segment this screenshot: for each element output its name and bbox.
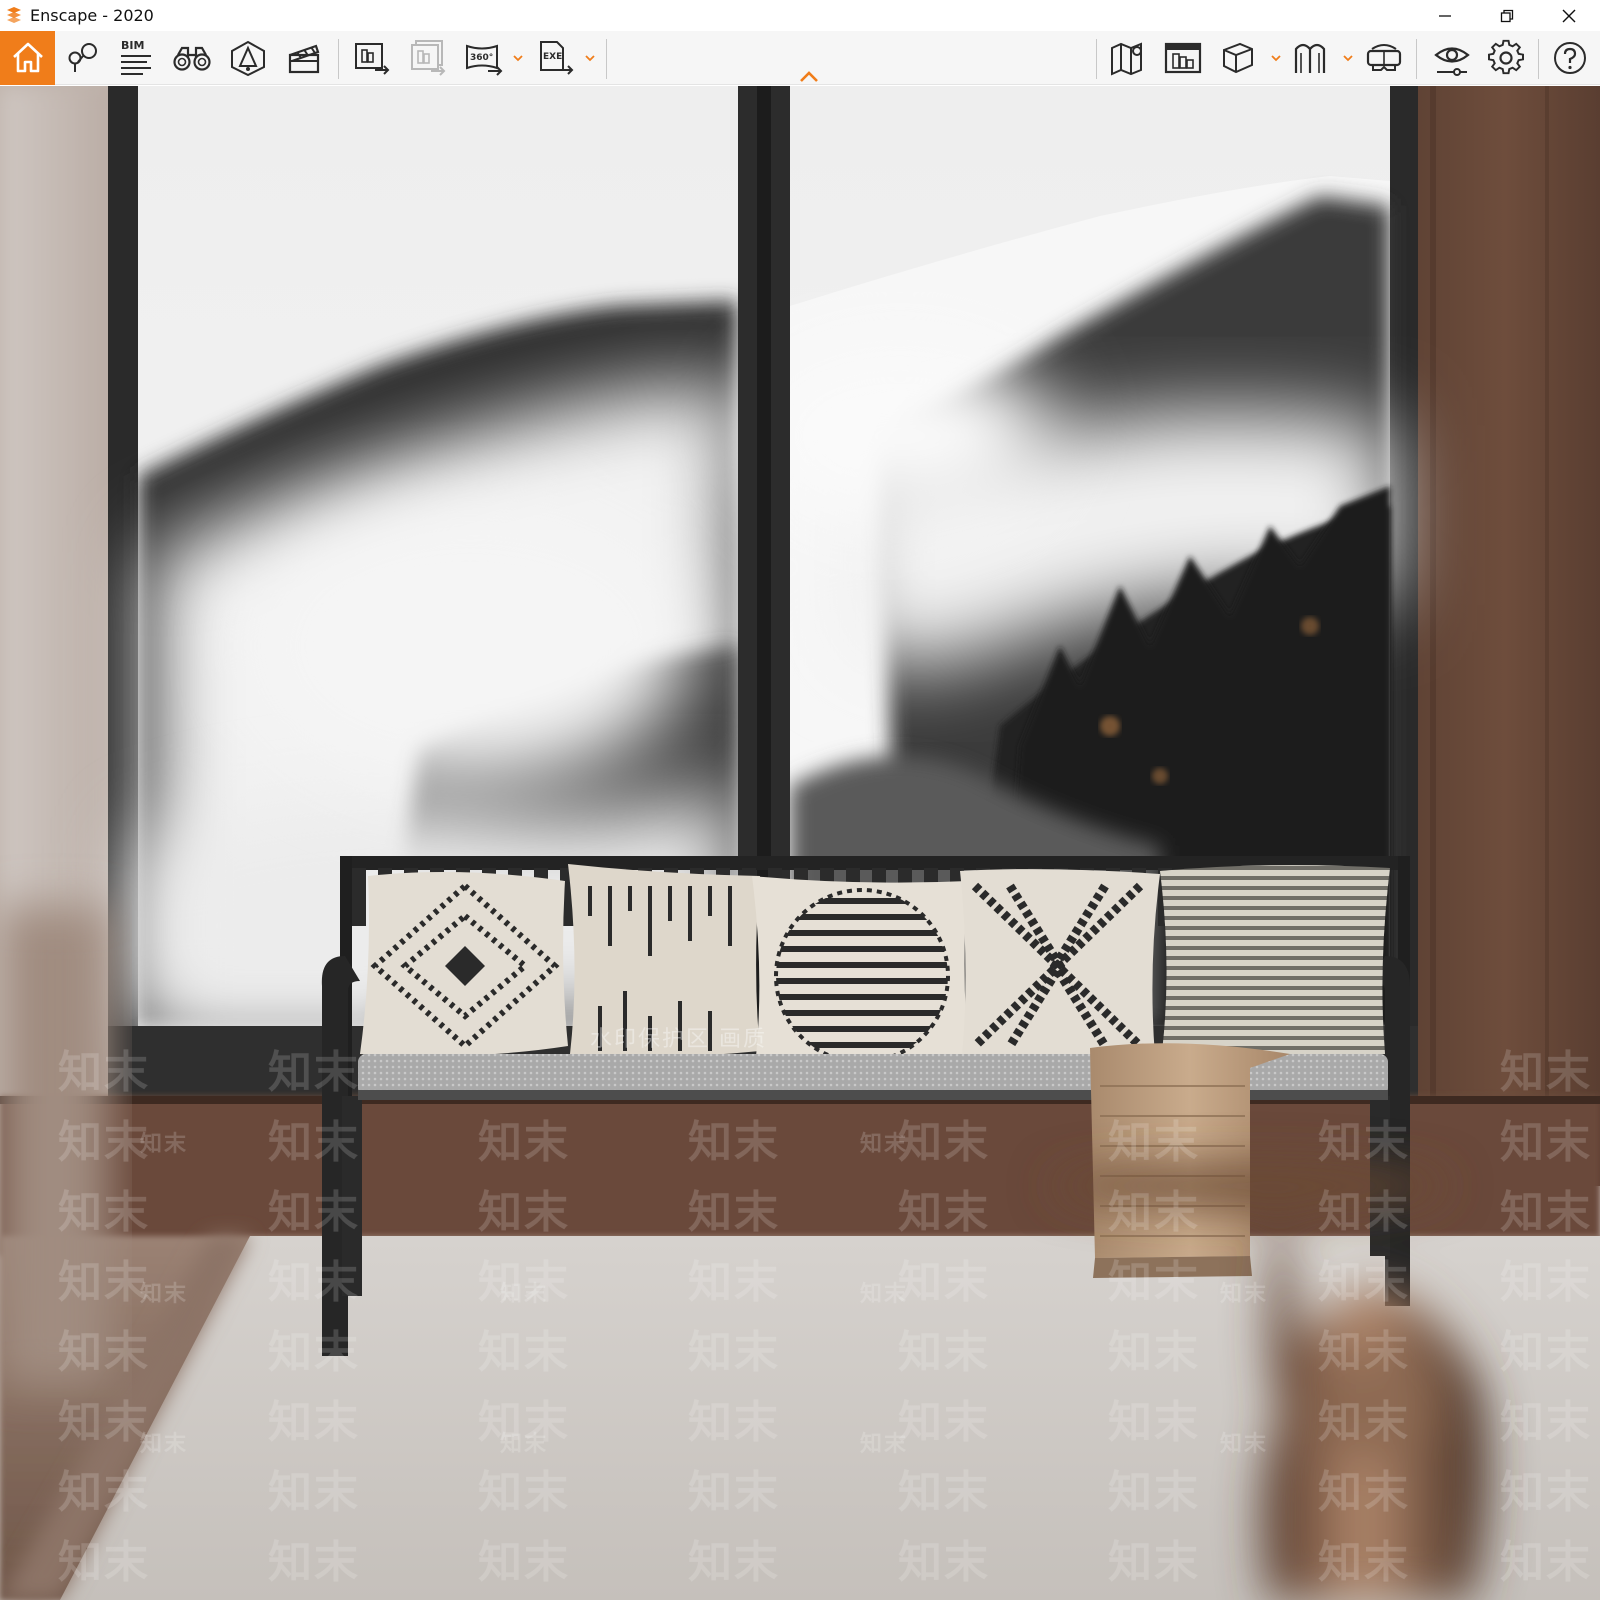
- video-editor-button[interactable]: [284, 39, 324, 77]
- help-button[interactable]: [1550, 39, 1590, 77]
- walk-mode-button[interactable]: [172, 39, 212, 77]
- batch-export-icon: [411, 40, 446, 76]
- panorama-button[interactable]: 360°: [464, 39, 504, 77]
- minimize-icon: [1439, 14, 1451, 17]
- home-button[interactable]: [0, 31, 55, 85]
- vr-headset-button[interactable]: [1364, 39, 1404, 77]
- binoculars-icon: [173, 46, 211, 71]
- batch-render-button[interactable]: [408, 39, 448, 77]
- bim-icon: BIM: [121, 39, 151, 75]
- standalone-dropdown-chevron-icon[interactable]: [584, 53, 596, 63]
- section-button[interactable]: [1218, 39, 1258, 77]
- home-icon: [12, 42, 43, 73]
- main-toolbar: BIM 360° EXE: [0, 31, 1600, 85]
- title-bar: Enscape - 2020: [0, 0, 1600, 31]
- export-image-icon: [355, 43, 390, 75]
- gear-icon: [1488, 39, 1524, 75]
- toolbar-separator: [606, 39, 607, 79]
- eye-icon: [1434, 47, 1470, 76]
- toolbar-separator: [1416, 39, 1417, 79]
- render-viewport[interactable]: 水印保护区 画质 知末 知末 知末 知末 知末 知末 知末 知末 知末 知末 知…: [0, 86, 1600, 1600]
- asset-library-button[interactable]: [228, 39, 268, 77]
- window-title: Enscape - 2020: [30, 6, 154, 25]
- collapse-toolbar-chevron-up-icon[interactable]: [798, 70, 820, 84]
- minimize-button[interactable]: [1414, 0, 1476, 31]
- enscape-logo-icon: [7, 6, 21, 23]
- views-button[interactable]: [62, 39, 102, 77]
- help-icon: [1554, 42, 1586, 74]
- vr-headset-icon: [1366, 44, 1402, 71]
- settings-button[interactable]: [1486, 39, 1526, 77]
- rendered-scene-image: [0, 86, 1600, 1600]
- toolbar-separator: [1096, 39, 1097, 79]
- bim-button[interactable]: BIM: [116, 39, 156, 77]
- standalone-export-button[interactable]: EXE: [536, 39, 576, 77]
- panorama-dropdown-chevron-icon[interactable]: [512, 53, 524, 63]
- exe-export-icon: EXE: [540, 41, 574, 75]
- map-pin-icon: [68, 43, 97, 72]
- collaboration-button[interactable]: [1292, 39, 1332, 77]
- arch-icon: [1294, 43, 1326, 73]
- clapperboard-icon: [288, 44, 320, 74]
- section-dropdown-chevron-icon[interactable]: [1270, 53, 1282, 63]
- panorama-360-icon: 360°: [466, 44, 503, 76]
- exe-label: EXE: [543, 52, 562, 62]
- visual-settings-button[interactable]: [1432, 39, 1472, 77]
- asset-cube-icon: [231, 40, 265, 77]
- bim-label: BIM: [121, 39, 144, 52]
- render-view-icon: [1164, 42, 1202, 74]
- box-icon: [1223, 42, 1253, 74]
- window-controls: [1414, 0, 1600, 31]
- panorama-label: 360°: [470, 53, 493, 63]
- map-button[interactable]: [1108, 39, 1148, 77]
- render-view-button[interactable]: [1163, 39, 1203, 77]
- screenshot-button[interactable]: [352, 39, 392, 77]
- toolbar-separator: [1538, 39, 1539, 79]
- close-button[interactable]: [1538, 0, 1600, 31]
- close-icon: [1562, 9, 1576, 22]
- toolbar-separator: [338, 39, 339, 79]
- collaboration-dropdown-chevron-icon[interactable]: [1342, 53, 1354, 63]
- map-icon: [1111, 42, 1142, 76]
- restore-icon: [1500, 9, 1514, 22]
- restore-button[interactable]: [1476, 0, 1538, 31]
